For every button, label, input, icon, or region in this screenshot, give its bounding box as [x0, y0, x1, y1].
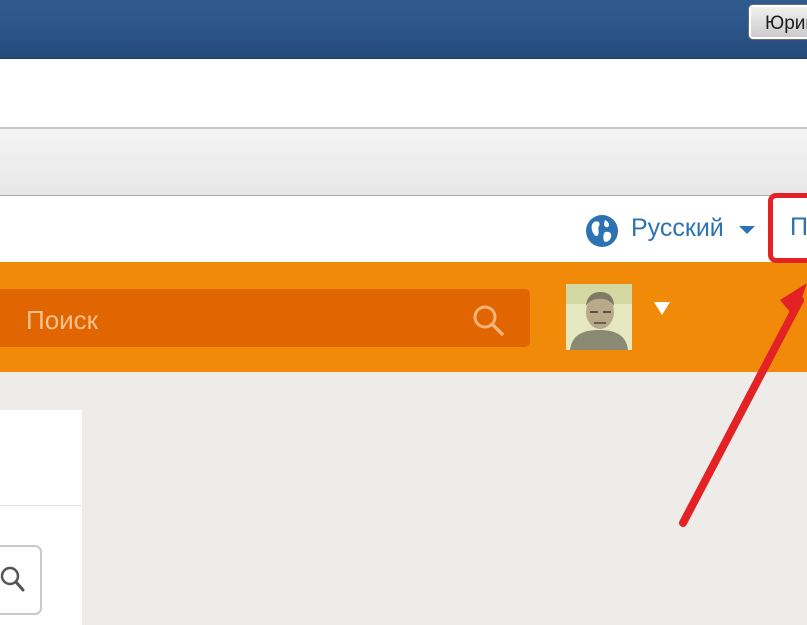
- language-selector[interactable]: Русский: [631, 214, 724, 243]
- search-input[interactable]: Поиск: [0, 289, 530, 347]
- annotation-highlight-box: [768, 193, 807, 263]
- page-content-area: [0, 372, 807, 625]
- user-account-label: Юрий: [765, 13, 807, 34]
- search-icon: [0, 566, 25, 592]
- chevron-down-icon[interactable]: [739, 226, 755, 234]
- user-account-button[interactable]: Юрий: [748, 4, 807, 40]
- globe-icon[interactable]: [585, 214, 619, 248]
- user-avatar[interactable]: [566, 284, 632, 350]
- chevron-down-icon[interactable]: [654, 302, 670, 315]
- panel-search-button[interactable]: [0, 545, 42, 615]
- browser-address-area: [0, 59, 807, 129]
- search-icon[interactable]: [471, 303, 505, 337]
- divider: [0, 505, 82, 506]
- browser-toolbar-area: [0, 129, 807, 196]
- os-title-bar: [0, 0, 807, 59]
- search-placeholder: Поиск: [26, 305, 99, 335]
